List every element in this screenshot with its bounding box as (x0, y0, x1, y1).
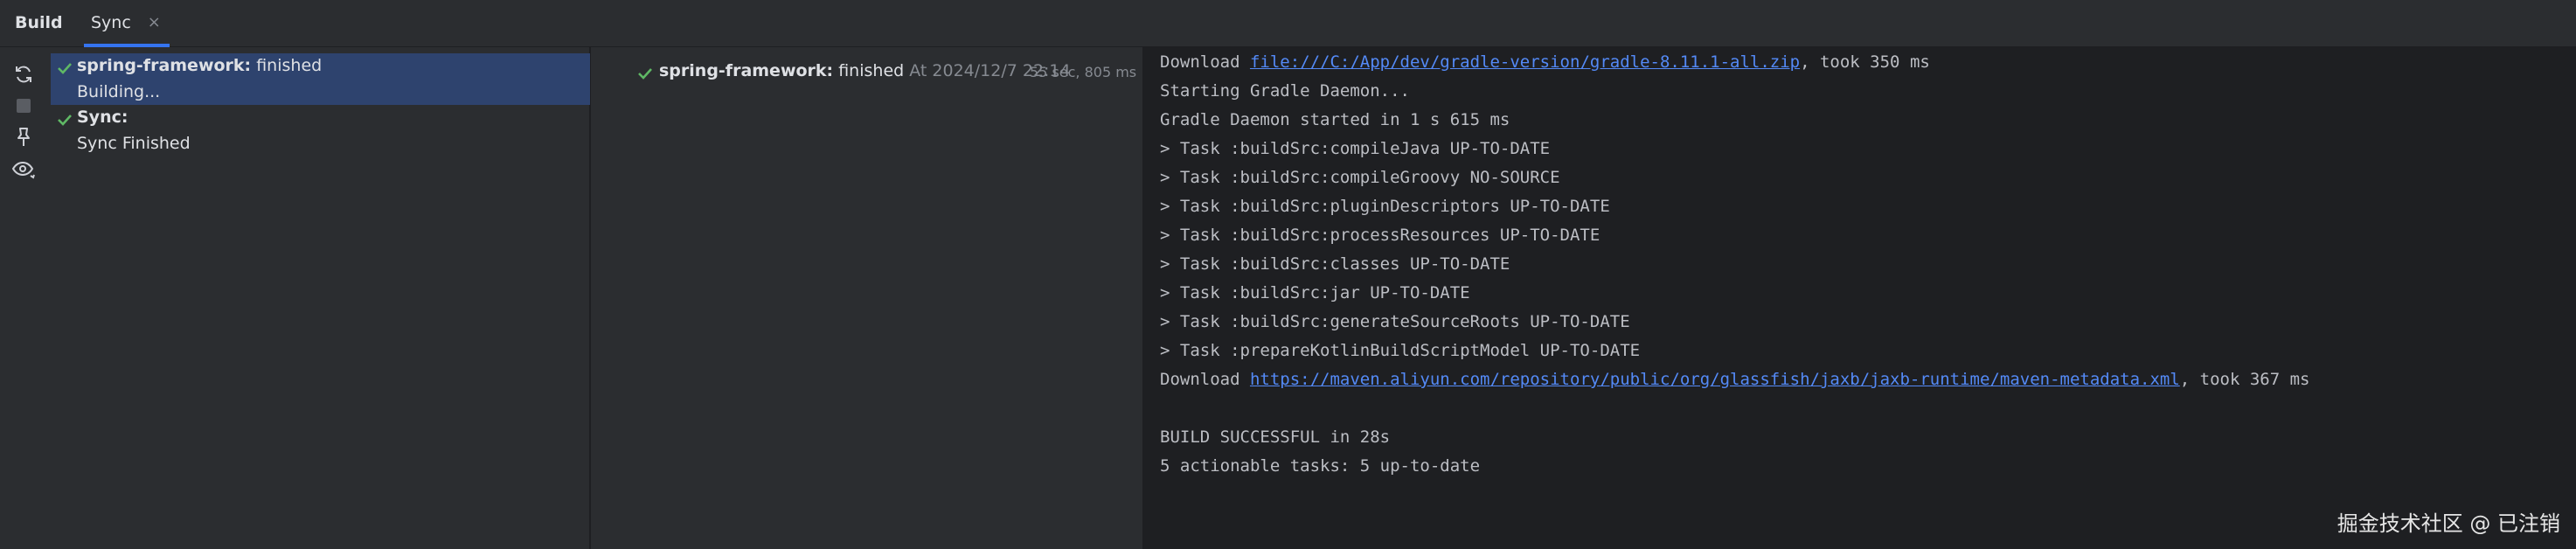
console-line: BUILD SUCCESSFUL in 28s (1160, 427, 1391, 447)
watermark: 掘金技术社区 @ 已注销 (2336, 511, 2560, 536)
console-line: 5 actionable tasks: 5 up-to-date (1160, 456, 1481, 476)
console-line: Starting Gradle Daemon... (1160, 81, 1410, 101)
pin-icon[interactable] (10, 124, 37, 150)
tree-item-sync[interactable]: Sync: Sync Finished (51, 105, 590, 161)
tab-build[interactable]: Build (15, 0, 63, 47)
tree-item-subtitle: Sync Finished (77, 134, 191, 153)
eye-icon[interactable] (10, 156, 37, 183)
console-line: > Task :buildSrc:generateSourceRoots UP-… (1160, 312, 1630, 331)
sync-icon[interactable] (10, 61, 37, 87)
tree-item-spring-framework[interactable]: spring-framework: finished Building... (51, 53, 590, 105)
success-check-icon (58, 115, 72, 126)
build-toolbar (0, 47, 47, 549)
detail-title: spring-framework: finished At 2024/12/7 … (659, 61, 1071, 80)
build-detail: spring-framework: finished At 2024/12/7 … (591, 47, 1143, 549)
close-icon[interactable]: × (148, 0, 161, 45)
console-link[interactable]: file:///C:/App/dev/gradle-version/gradle… (1250, 52, 1800, 72)
console-link[interactable]: https://maven.aliyun.com/repository/publ… (1250, 370, 2180, 389)
build-tree: spring-framework: finished Building... S… (47, 47, 590, 549)
tab-sync-label: Sync (91, 13, 131, 32)
stop-icon[interactable] (10, 93, 37, 119)
tree-item-title: Sync: (77, 108, 128, 127)
tree-item-title: spring-framework: finished (77, 56, 323, 75)
console-line: Gradle Daemon started in 1 s 615 ms (1160, 110, 1510, 129)
console-line: Download file:///C:/App/dev/gradle-versi… (1160, 52, 1930, 72)
success-check-icon (58, 63, 72, 74)
console-line: > Task :buildSrc:processResources UP-TO-… (1160, 226, 1600, 245)
console-output[interactable]: Download file:///C:/App/dev/gradle-versi… (1145, 47, 2576, 549)
console-line: > Task :buildSrc:compileJava UP-TO-DATE (1160, 139, 1551, 158)
tool-window-tabbar: Build Sync × (0, 0, 2576, 47)
success-check-icon (638, 68, 652, 80)
console-line: > Task :buildSrc:compileGroovy NO-SOURCE (1160, 168, 1560, 187)
console-line: > Task :buildSrc:classes UP-TO-DATE (1160, 254, 1510, 274)
tree-item-subtitle: Building... (77, 82, 161, 101)
tab-sync[interactable]: Sync × (84, 0, 170, 47)
console-line: > Task :prepareKotlinBuildScriptModel UP… (1160, 341, 1641, 360)
console-line: > Task :buildSrc:pluginDescriptors UP-TO… (1160, 197, 1610, 216)
console-line: Download https://maven.aliyun.com/reposi… (1160, 370, 2310, 389)
console-line: > Task :buildSrc:jar UP-TO-DATE (1160, 283, 1470, 302)
detail-duration: 55 sec, 805 ms (1030, 64, 1137, 80)
